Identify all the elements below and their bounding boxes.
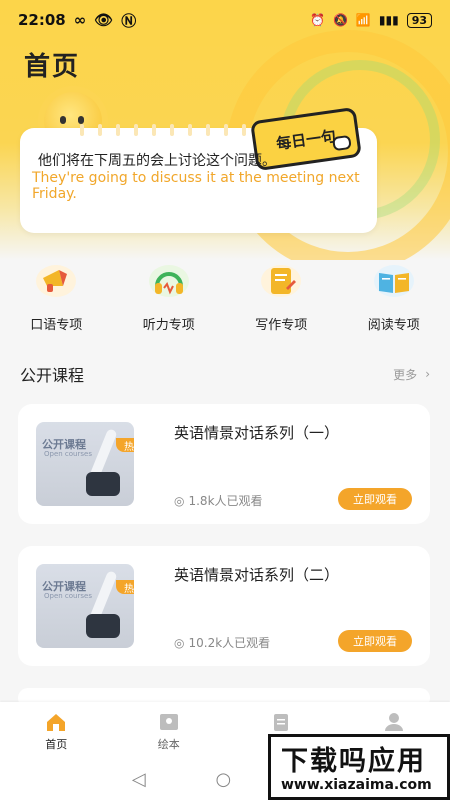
course-title: 英语情景对话系列（二）	[174, 566, 340, 584]
category-writing[interactable]: 写作专项	[231, 260, 331, 340]
more-label: 更多	[393, 367, 418, 382]
hot-badge: 热门	[116, 438, 134, 453]
alarm-icon: ⏰	[310, 13, 325, 27]
course-views-text: 1.8k人已观看	[188, 494, 263, 508]
tab-picture-book[interactable]: 绘本	[124, 702, 214, 752]
category-row: 口语专项 听力专项 写作专项 阅读专项	[0, 260, 450, 340]
more-link[interactable]: 更多 ›	[393, 366, 430, 383]
status-bar: 22:08 ∞ 👁 Ⓝ ⏰ 🔕 📶 ▮▮▮ 93	[0, 0, 450, 40]
tag-dot-icon	[332, 134, 352, 152]
section-title: 公开课程	[20, 366, 85, 385]
home-nav-icon[interactable]: ○	[216, 769, 232, 790]
course-views: ◎ 1.8k人已观看	[174, 492, 263, 509]
category-label: 阅读专项	[367, 318, 420, 333]
picture-book-icon	[159, 714, 178, 730]
tab-label: 首页	[45, 738, 68, 751]
course-thumbnail: 公开课程 Open courses 热门	[36, 422, 134, 506]
category-reading[interactable]: 阅读专项	[344, 260, 444, 340]
course-card[interactable]: 公开课程 Open courses 热门 英语情景对话系列（一） ◎ 1.8k人…	[18, 404, 430, 524]
tab-label: 绘本	[157, 738, 180, 751]
inkwell-icon	[86, 614, 120, 638]
category-label: 写作专项	[255, 318, 308, 333]
megaphone-icon	[28, 260, 84, 302]
infinity-icon: ∞	[73, 11, 87, 29]
course-views-text: 10.2k人已观看	[188, 636, 271, 650]
watermark-url: www.xiazaima.com	[281, 777, 432, 793]
thumbnail-subtitle: Open courses	[44, 450, 92, 458]
eye-icon: ◎	[174, 493, 185, 508]
course-thumbnail: 公开课程 Open courses 热门	[36, 564, 134, 648]
watermark-logo: 下载吗应用 www.xiazaima.com	[268, 734, 450, 800]
clipboard-icon	[274, 714, 289, 731]
daily-sentence-english: They're going to discuss it at the meeti…	[32, 170, 360, 202]
course-views: ◎ 10.2k人已观看	[174, 634, 270, 651]
daily-sentence-chinese: 他们将在下周五的会上讨论这个问题。	[38, 153, 276, 169]
daily-sentence-tag-label: 每日一句	[275, 126, 338, 153]
wifi-icon: 📶	[355, 13, 371, 27]
watch-now-button[interactable]: 立即观看	[338, 488, 412, 510]
course-title: 英语情景对话系列（一）	[174, 424, 340, 442]
document-pencil-icon	[253, 260, 309, 302]
notebook-rings	[80, 124, 264, 136]
category-listening[interactable]: 听力专项	[119, 260, 219, 340]
tab-clipboard[interactable]	[236, 702, 326, 736]
tab-home[interactable]: 首页	[11, 702, 101, 752]
status-time: 22:08	[18, 11, 66, 29]
battery-icon: 93	[406, 12, 432, 28]
course-card[interactable]: 公开课程 Open courses 热门 英语情景对话系列（二） ◎ 10.2k…	[18, 546, 430, 666]
eye-icon: 👁	[94, 11, 114, 29]
user-icon	[384, 713, 403, 731]
tab-profile[interactable]	[349, 702, 439, 736]
eye-icon: ◎	[174, 635, 185, 650]
back-nav-icon[interactable]: ◁	[132, 769, 146, 790]
watch-now-button[interactable]: 立即观看	[338, 630, 412, 652]
thumbnail-subtitle: Open courses	[44, 592, 92, 600]
watermark-text: 下载吗应用	[281, 746, 426, 777]
mute-icon: 🔕	[332, 13, 348, 27]
chevron-right-icon: ›	[425, 367, 430, 381]
open-book-icon	[366, 260, 422, 302]
headphones-icon	[141, 260, 197, 302]
hot-badge: 热门	[116, 580, 134, 595]
nfc-icon: Ⓝ	[121, 11, 137, 30]
inkwell-icon	[86, 472, 120, 496]
section-header: 公开课程 更多 ›	[20, 362, 430, 386]
category-label: 口语专项	[30, 318, 83, 333]
category-speaking[interactable]: 口语专项	[6, 260, 106, 340]
home-icon	[47, 714, 66, 731]
signal-icon: ▮▮▮	[378, 13, 399, 27]
category-label: 听力专项	[142, 318, 195, 333]
page-title: 首页	[24, 52, 81, 82]
